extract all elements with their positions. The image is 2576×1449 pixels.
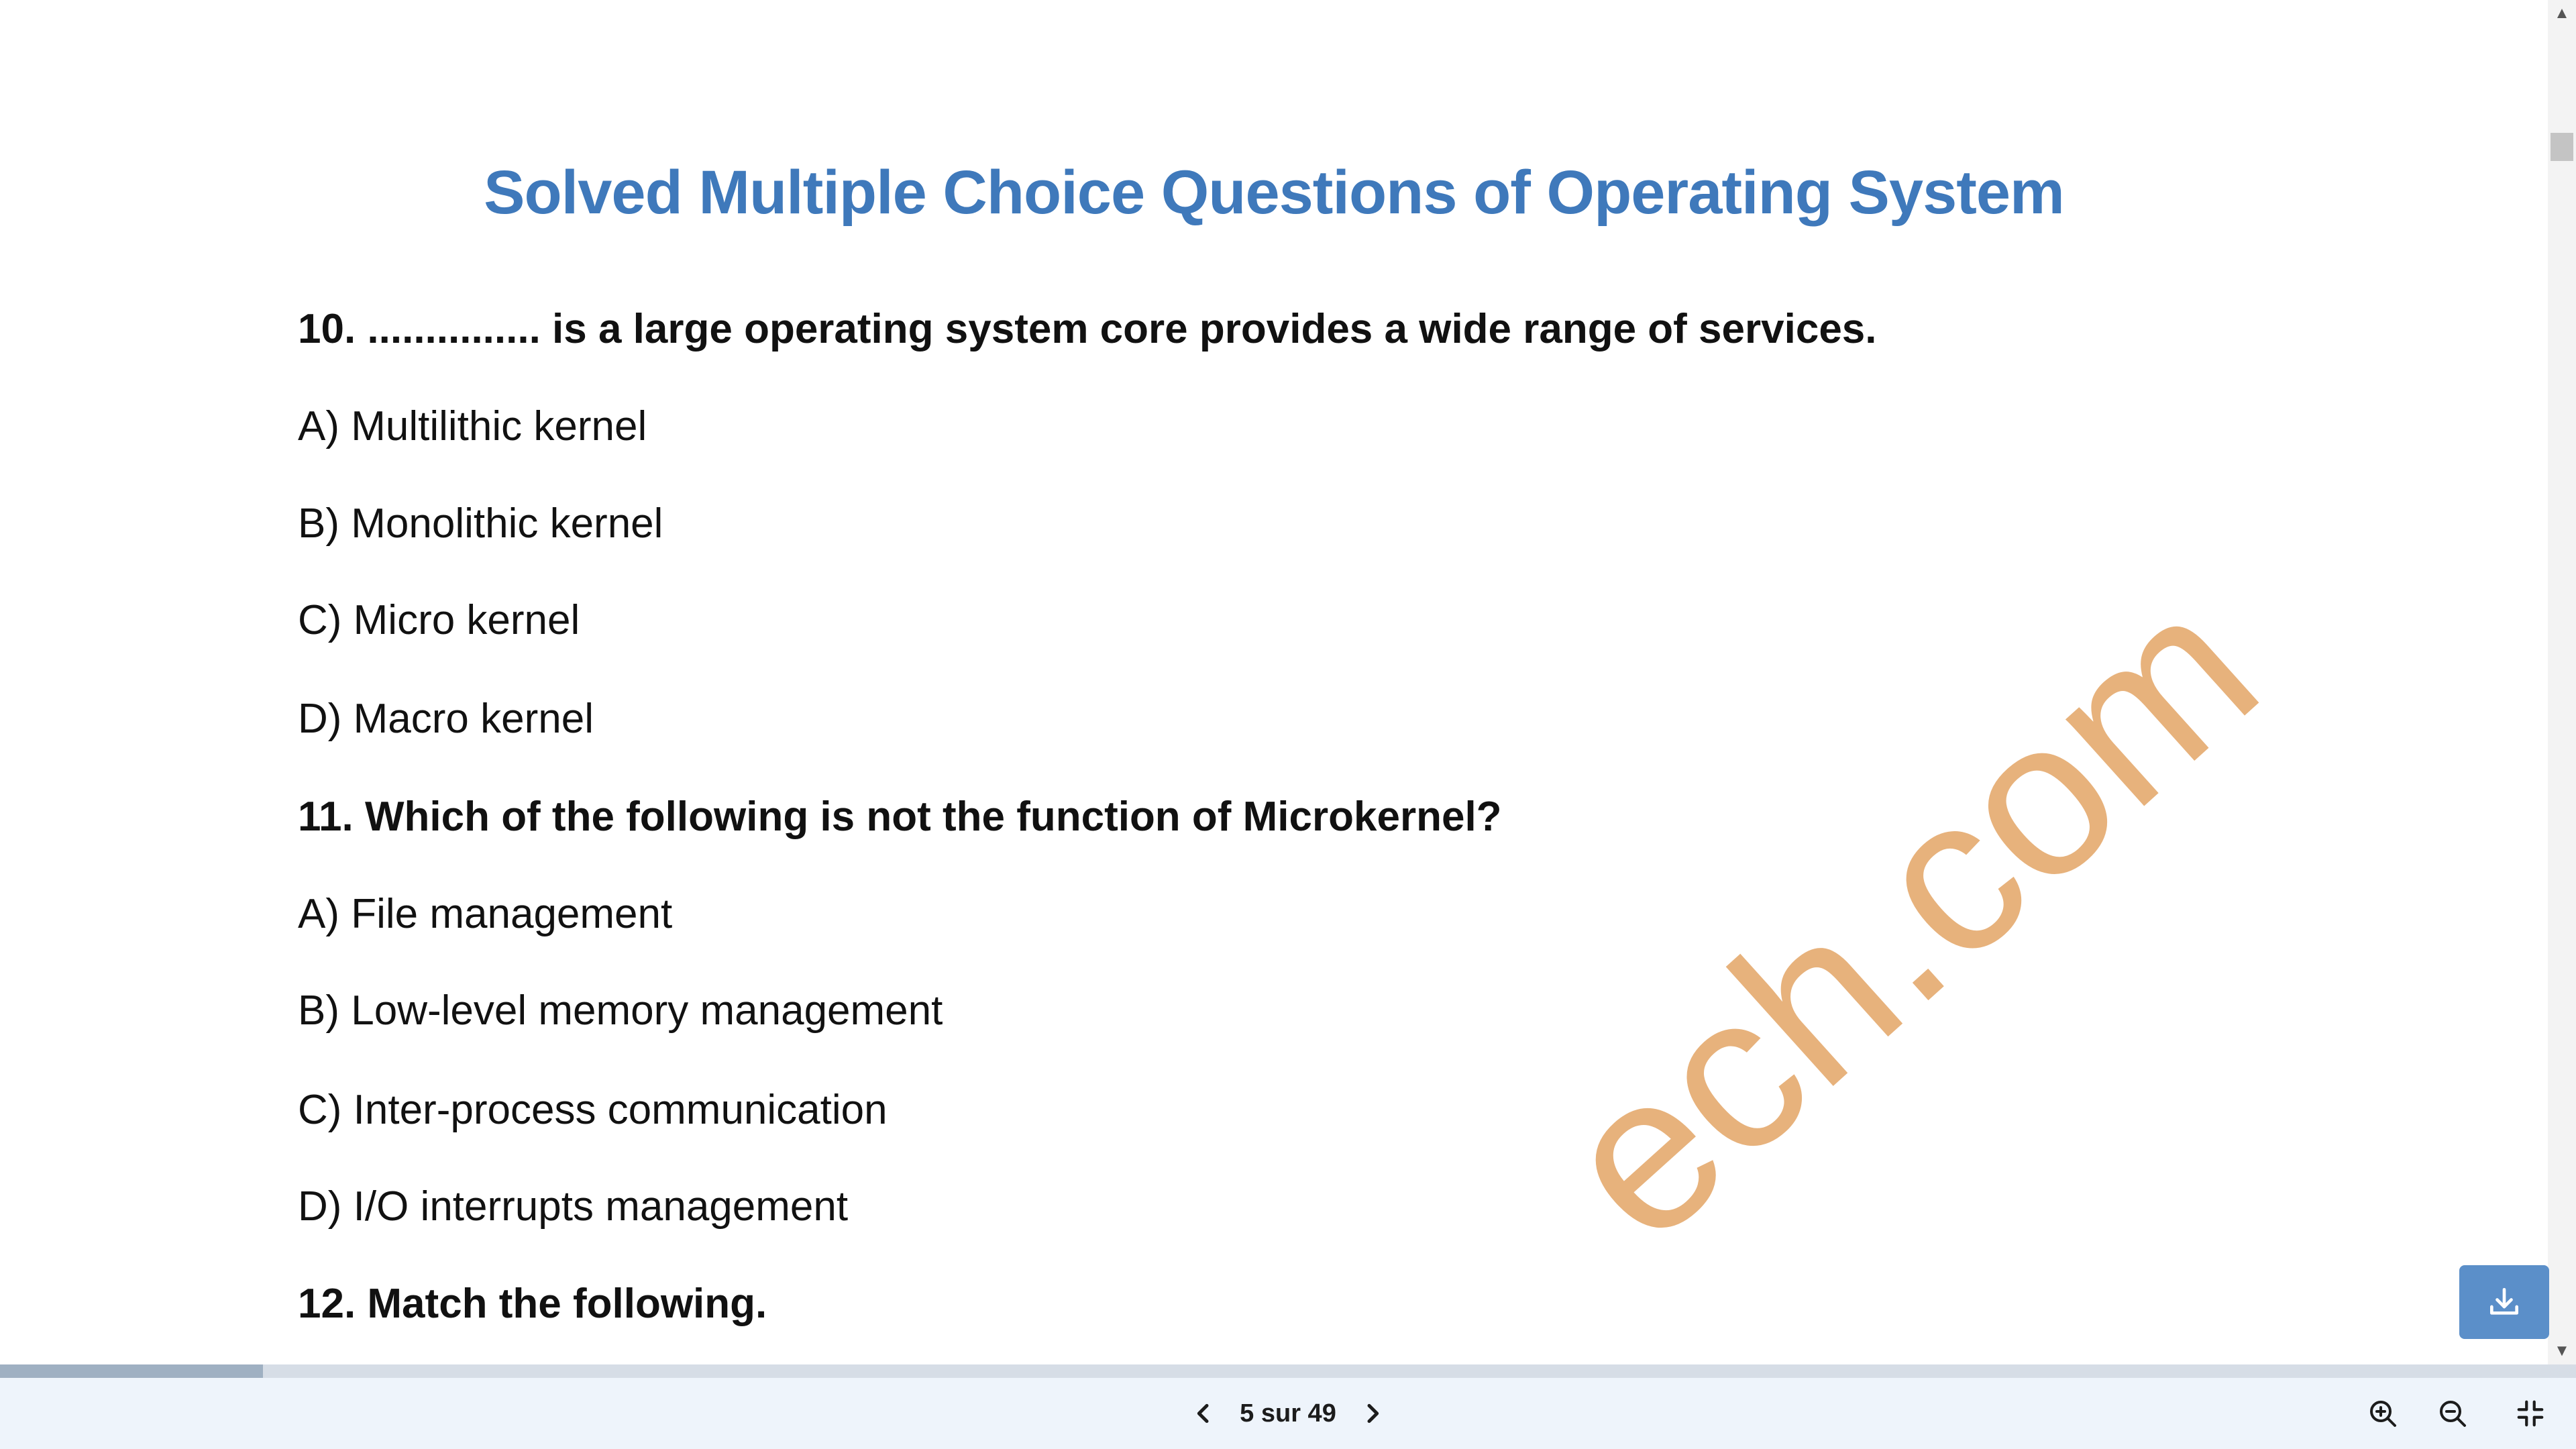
document-viewer: Solved Multiple Choice Questions of Oper… [0,0,2576,1449]
option-11-c: C) Inter-process communication [298,1087,888,1133]
viewer-toolbar: 5 sur 49 [0,1378,2576,1449]
zoom-out-icon [2440,1401,2466,1427]
chevron-left-icon [1197,1403,1209,1424]
exit-fullscreen-icon [2517,1400,2544,1427]
option-11-b: B) Low-level memory management [298,987,943,1034]
watermark: ech.com [1513,543,2302,1288]
scroll-up-arrow-icon[interactable]: ▲ [2548,0,2576,27]
reading-progress-bar [0,1364,2576,1378]
next-page-button[interactable] [1352,1387,1393,1440]
question-11: 11. Which of the following is not the fu… [298,794,1502,840]
scrollbar-thumb[interactable] [2551,133,2573,161]
page-indicator: 5 sur 49 [1240,1399,1336,1428]
question-12: 12. Match the following. [298,1281,767,1327]
option-11-d: D) I/O interrupts management [298,1183,849,1230]
document-page: Solved Multiple Choice Questions of Oper… [0,0,2548,1364]
chevron-right-icon [1367,1403,1379,1424]
vertical-scrollbar[interactable]: ▲ ▼ [2548,0,2576,1364]
zoom-out-button[interactable] [2426,1387,2479,1440]
zoom-in-button[interactable] [2356,1387,2410,1440]
document-title: Solved Multiple Choice Questions of Oper… [484,158,2065,227]
option-10-c: C) Micro kernel [298,597,580,643]
option-10-b: B) Monolithic kernel [298,500,663,547]
reading-progress-fill [0,1364,263,1378]
option-10-d: D) Macro kernel [298,696,594,742]
scroll-down-arrow-icon[interactable]: ▼ [2548,1338,2576,1364]
previous-page-button[interactable] [1183,1387,1224,1440]
download-button[interactable] [2459,1265,2549,1339]
exit-fullscreen-button[interactable] [2504,1387,2557,1440]
option-10-a: A) Multilithic kernel [298,403,647,449]
question-10: 10. ............... is a large operating… [298,306,1877,352]
zoom-in-icon [2370,1401,2396,1427]
option-11-a: A) File management [298,891,673,937]
page-navigation: 5 sur 49 [1181,1378,1395,1449]
download-icon [2490,1288,2518,1315]
